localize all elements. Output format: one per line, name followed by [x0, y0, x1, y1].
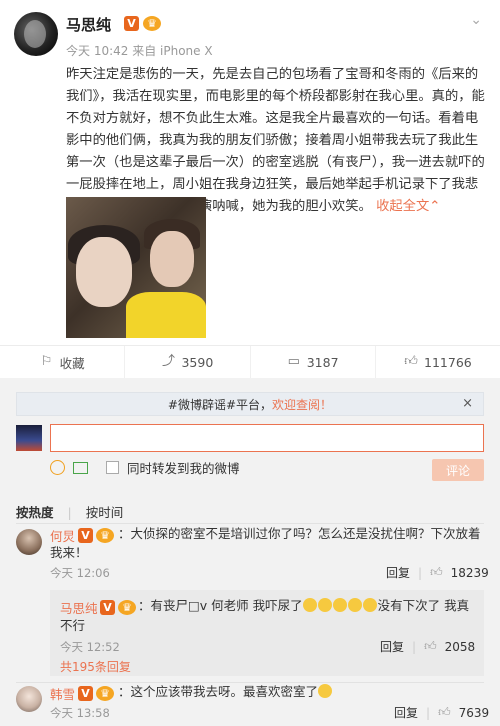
- action-separator: |: [412, 639, 417, 654]
- reply-thread: 马思纯 V ♛ ：有丧尸□v 何老师 我吓尿了 没有下次了 我真 不行 今天 12…: [50, 590, 484, 676]
- comment-count: 3187: [306, 354, 339, 370]
- collect-button[interactable]: ⚐ 收藏: [0, 346, 126, 378]
- my-avatar: [16, 425, 42, 451]
- commenter-avatar[interactable]: [16, 529, 42, 555]
- sort-separator: |: [67, 505, 72, 520]
- comment-tools: 同时转发到我的微博: [50, 458, 240, 477]
- emoji-icon[interactable]: [50, 460, 65, 475]
- comment-section: #微博辟谣#平台， 欢迎查阅！ × 同时转发到我的微博 评论 按热度 | 按时间…: [0, 378, 500, 726]
- reply-like-count: 2058: [444, 639, 476, 654]
- like-count: 111766: [424, 354, 472, 370]
- repost-button[interactable]: ⤴ 3590: [125, 346, 251, 378]
- comment-actions: 回复 | 👍︎ 7639: [394, 704, 489, 721]
- repost-option-label: 同时转发到我的微博: [127, 461, 240, 476]
- vip-crown-icon: ♛: [96, 528, 114, 543]
- post-meta: 今天 10:42 来自 iPhone X: [66, 44, 213, 58]
- reply-actions: 回复 | 👍︎ 2058: [380, 638, 475, 655]
- tab-hot[interactable]: 按热度: [16, 505, 54, 520]
- comment-text-body: ：这个应该带我去呀。最喜欢密室了: [118, 684, 319, 699]
- verified-badge: V: [78, 528, 93, 543]
- chevron-up-icon: ⌃: [429, 199, 441, 214]
- photo-face-right: [150, 231, 194, 287]
- comment-text: ：这个应该带我去呀。最喜欢密室了: [118, 682, 333, 701]
- tab-time[interactable]: 按时间: [86, 505, 124, 520]
- notice-prefix: #微博辟谣#平台，: [167, 397, 273, 412]
- verified-badge: V: [78, 686, 93, 701]
- action-separator: |: [426, 705, 431, 720]
- reply-button[interactable]: 回复: [394, 704, 418, 721]
- image-icon[interactable]: [73, 461, 88, 474]
- more-replies-link[interactable]: 共195条回复: [60, 658, 131, 675]
- laughing-crying-emoji-icon: [302, 598, 317, 612]
- laughing-crying-emoji-icon: [362, 598, 377, 612]
- commenter-badges: V ♛: [78, 528, 114, 543]
- submit-comment-button[interactable]: 评论: [432, 459, 484, 481]
- repost-checkbox[interactable]: [106, 461, 119, 474]
- sort-tabs: 按热度 | 按时间: [16, 502, 123, 521]
- author-avatar[interactable]: [14, 12, 58, 56]
- photo-shirt: [126, 292, 206, 338]
- comment-time: 今天 12:06: [50, 566, 110, 580]
- vip-crown-icon: ♛: [143, 16, 161, 31]
- laughing-crying-emoji-icon: [347, 598, 362, 612]
- verified-badge: V: [100, 600, 115, 615]
- thumbs-up-icon[interactable]: 👍︎: [438, 705, 451, 720]
- post-action-bar: ⚐ 收藏 ⤴ 3590 ▭ 3187 👍︎ 111766: [0, 345, 500, 378]
- reply-text: ：有丧尸□v 何老师 我吓尿了 没有下次了 我真: [138, 596, 482, 615]
- comment-text-cont: 我来！: [50, 545, 88, 560]
- post-body: 昨天注定是悲伤的一天，先是去自己的包场看了宝哥和冬雨的《后来的我们》，我活在现实…: [66, 64, 490, 218]
- collect-label: 收藏: [59, 355, 85, 371]
- reply-button[interactable]: 回复: [386, 564, 410, 581]
- rumor-notice: #微博辟谣#平台， 欢迎查阅！ ×: [16, 392, 484, 416]
- notice-link[interactable]: 欢迎查阅！: [272, 396, 332, 413]
- reply-time: 今天 12:52: [60, 640, 120, 654]
- thumbs-up-icon[interactable]: 👍︎: [430, 565, 443, 580]
- comment-icon: ▭: [287, 354, 300, 369]
- vip-crown-icon: ♛: [96, 686, 114, 701]
- commenter-name[interactable]: 韩雪: [50, 684, 75, 703]
- vip-crown-icon: ♛: [118, 600, 136, 615]
- photo-face-left: [76, 237, 132, 307]
- reply-button[interactable]: 回复: [380, 638, 404, 655]
- collapse-text-link[interactable]: 收起全文: [376, 199, 429, 214]
- repost-count: 3590: [181, 354, 214, 370]
- comment-like-count: 7639: [458, 705, 490, 720]
- author-name[interactable]: 马思纯: [66, 14, 111, 35]
- comment-like-count: 18239: [450, 565, 489, 580]
- commenter-avatar[interactable]: [16, 686, 42, 712]
- thumbs-up-icon: 👍︎: [404, 354, 418, 369]
- comment-text: ：大侦探的密室不是培训过你了吗？怎么还是没扰住啊？下次放着: [118, 526, 481, 541]
- reply-text-prefix: ：有丧尸□v 何老师 我吓尿了: [138, 598, 303, 613]
- reply-author-badges: V ♛: [100, 600, 136, 615]
- comment-time: 今天 13:58: [50, 706, 110, 720]
- post-photo[interactable]: [66, 197, 206, 338]
- author-badges: V ♛: [124, 16, 161, 31]
- reply-text-cont: 不行: [60, 618, 86, 633]
- thumbs-up-icon[interactable]: 👍︎: [424, 639, 437, 654]
- laughing-crying-emoji-icon: [318, 684, 333, 698]
- commenter-badges: V ♛: [78, 686, 114, 701]
- post-text: 昨天注定是悲伤的一天，先是去自己的包场看了宝哥和冬雨的《后来的我们》，我活在现实…: [66, 67, 485, 214]
- comment-actions: 回复 | 👍︎ 18239: [386, 564, 489, 581]
- laughing-crying-emoji-icon: [317, 598, 332, 612]
- action-separator: |: [418, 565, 423, 580]
- repost-icon: ⤴: [161, 354, 175, 369]
- bookmark-icon: ⚐: [40, 354, 53, 369]
- laughing-crying-emoji-icon: [332, 598, 347, 612]
- comment-input[interactable]: [50, 424, 484, 452]
- comment-button[interactable]: ▭ 3187: [251, 346, 376, 378]
- chevron-down-icon[interactable]: ⌄: [470, 12, 482, 28]
- like-button[interactable]: 👍︎ 111766: [376, 346, 500, 378]
- reply-text-suffix: 没有下次了 我真: [377, 598, 470, 613]
- close-icon[interactable]: ×: [462, 396, 473, 411]
- verified-badge: V: [124, 16, 139, 31]
